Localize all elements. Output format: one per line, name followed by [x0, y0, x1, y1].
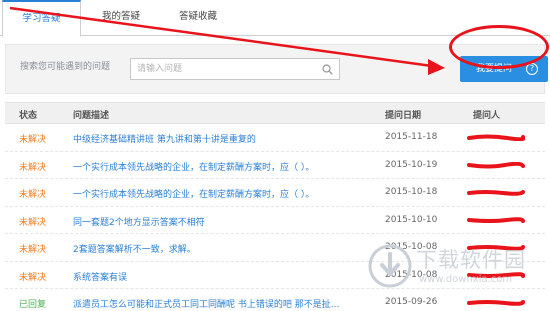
status-text: 未解决: [19, 217, 47, 228]
tab-my-qa[interactable]: 我的答疑: [90, 0, 152, 36]
asker-redacted: [467, 161, 525, 169]
date-text: 2015-10-10: [385, 214, 438, 225]
date-text: 2015-10-18: [385, 187, 438, 197]
table-row: 未解决 同一套题2个地方显示答案不相符 2015-10-10: [5, 207, 545, 234]
status-text: 未解决: [19, 135, 47, 145]
question-link[interactable]: 系统答案有误: [73, 270, 127, 283]
status-text: 未解决: [19, 162, 47, 173]
annotation-circle: [449, 25, 549, 69]
table-row: 未解决 中级经济基础精讲班 第九讲和第十讲是重复的 2015-11-18: [5, 124, 545, 152]
asker-redacted: [467, 216, 525, 224]
watermark-url: www.downxia.com: [419, 274, 513, 285]
asker-redacted: [467, 299, 525, 306]
table-row: 未解决 一个实行成本领先战略的企业，在制定薪酬方案时，应（ ）。 2015-10…: [5, 179, 545, 207]
watermark-logo-icon: [368, 244, 412, 288]
question-link[interactable]: 一个实行成本领先战略的企业，在制定薪酬方案时，应（ ）。: [73, 187, 314, 200]
header-description: 问题描述: [73, 111, 110, 121]
header-asker: 提问人: [473, 111, 501, 121]
tab-learning-qa[interactable]: 学习答疑: [2, 0, 81, 37]
status-text: 未解决: [19, 245, 47, 255]
header-status: 状态: [19, 111, 38, 121]
question-link[interactable]: 派遣员工怎么可能和正式员工同工同酬呢 书上错误的吧 那不是扯...: [73, 297, 339, 310]
table-row: 已回复 派遣员工怎么可能和正式员工同工同酬呢 书上错误的吧 那不是扯... 20…: [5, 289, 545, 311]
table-row: 未解决 一个实行成本领先战略的企业，在制定薪酬方案时，应（ ）。 2015-10…: [5, 152, 545, 179]
question-link[interactable]: 2套题答案解析不一致，求解。: [73, 242, 196, 255]
question-link[interactable]: 一个实行成本领先战略的企业，在制定薪酬方案时，应（ ）。: [73, 160, 314, 173]
search-input[interactable]: [130, 58, 340, 80]
asker-redacted: [467, 134, 525, 141]
status-text: 已回复: [19, 300, 47, 310]
search-label: 搜索您可能遇到的问题: [20, 62, 111, 72]
header-date: 提问日期: [385, 111, 422, 121]
asker-redacted: [467, 189, 525, 196]
status-text: 未解决: [19, 272, 47, 283]
search-icon[interactable]: [322, 64, 333, 75]
date-text: 2015-11-18: [385, 132, 438, 142]
question-link[interactable]: 中级经济基础精讲班 第九讲和第十讲是重复的: [73, 132, 256, 145]
table-header: 状态 问题描述 提问日期 提问人: [5, 102, 545, 124]
watermark-title: 下载软件园: [416, 248, 526, 272]
status-text: 未解决: [19, 190, 47, 200]
question-link[interactable]: 同一套题2个地方显示答案不相符: [73, 215, 205, 228]
date-text: 2015-09-26: [385, 297, 438, 307]
tab-qa-favorites[interactable]: 答疑收藏: [163, 0, 233, 36]
date-text: 2015-10-19: [385, 159, 438, 170]
